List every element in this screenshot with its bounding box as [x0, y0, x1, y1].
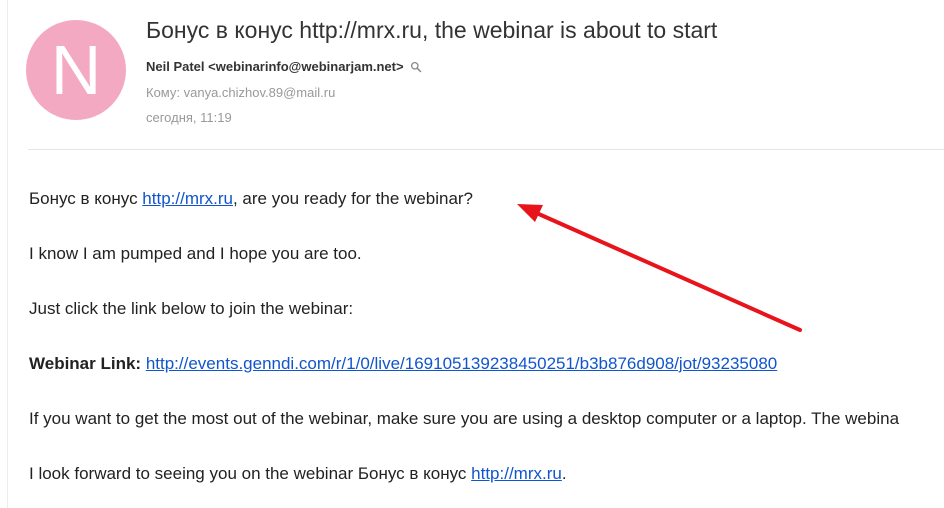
sender-name[interactable]: Neil Patel <webinarinfo@webinarjam.net> — [146, 59, 404, 74]
header-divider — [28, 149, 944, 150]
avatar: N — [26, 20, 126, 120]
mrx-link[interactable]: http://mrx.ru — [142, 189, 233, 208]
mrx-link-footer[interactable]: http://mrx.ru — [471, 464, 562, 483]
email-date: сегодня, 11:19 — [146, 110, 232, 125]
p1-suffix: , are you ready for the webinar? — [232, 189, 474, 208]
p1-text: Бонус в конус — [29, 189, 143, 208]
webinar-link-label: Webinar Link: — [29, 354, 142, 373]
body-paragraph-5: If you want to get the most out of the w… — [29, 409, 900, 428]
left-border — [7, 0, 8, 508]
body-paragraph-3: Just click the link below to join the we… — [29, 299, 354, 318]
webinar-link[interactable]: http://events.genndi.com/r/1/0/live/1691… — [146, 354, 777, 373]
email-body: Бонус в конус http://mrx.ru, are you rea… — [29, 188, 944, 508]
body-paragraph-2: I know I am pumped and I hope you are to… — [29, 244, 362, 263]
p6-suffix: . — [561, 464, 567, 483]
search-icon[interactable] — [410, 61, 422, 73]
body-paragraph-4: Webinar Link: http://events.genndi.com/r… — [29, 353, 944, 375]
email-view: N Бонус в конус http://mrx.ru, the webin… — [0, 0, 944, 508]
recipient-line: Кому: vanya.chizhov.89@mail.ru — [146, 85, 336, 100]
body-paragraph-6: I look forward to seeing you on the webi… — [29, 463, 944, 485]
email-subject: Бонус в конус http://mrx.ru, the webinar… — [146, 17, 718, 43]
sender-line[interactable]: Neil Patel <webinarinfo@webinarjam.net> — [146, 59, 422, 74]
p6-text: I look forward to seeing you on the webi… — [29, 464, 472, 483]
body-paragraph-1: Бонус в конус http://mrx.ru, are you rea… — [29, 188, 944, 210]
